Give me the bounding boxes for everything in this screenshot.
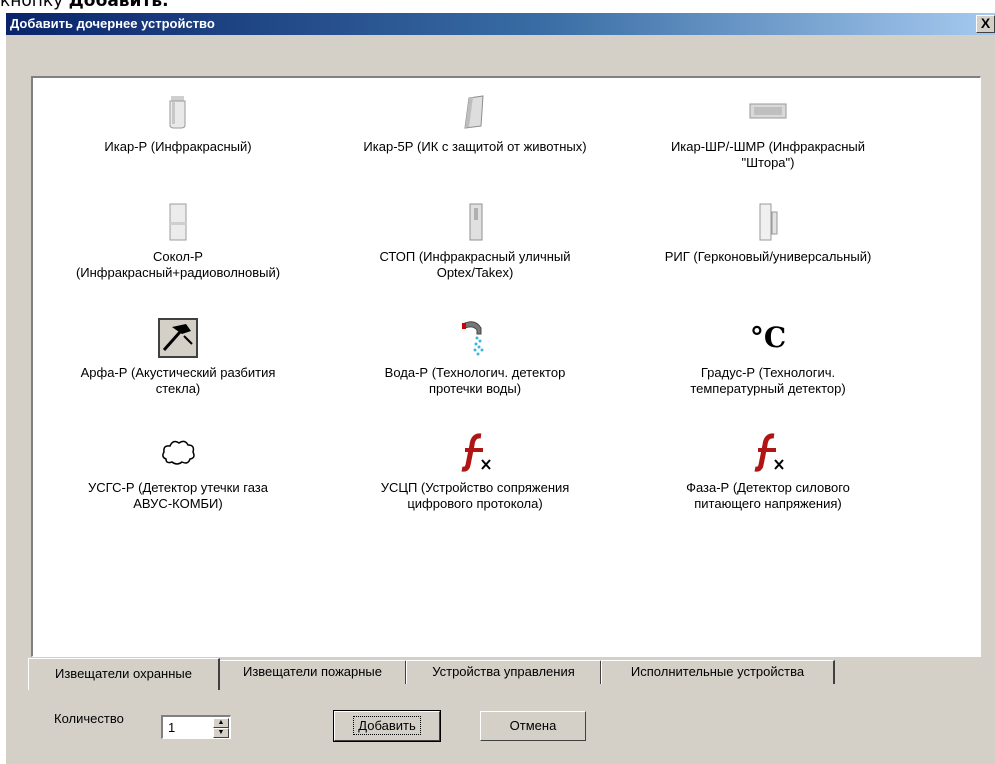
add-button[interactable]: Добавить [333,710,441,742]
device-label: Икар-5Р (ИК с защитой от животных) [363,139,587,154]
quantity-up-button[interactable]: ▲ [213,718,229,728]
device-label: Икар-Р (Инфракрасный) [104,139,252,154]
tab-actuator-devices[interactable]: Исполнительные устройства [601,660,835,684]
device-item-usgs-r[interactable]: УСГС-Р (Детектор утечки газа АВУС-КОМБИ) [33,433,323,545]
page-top-text-bold: Добавить. [68,0,169,11]
cancel-button-label: Отмена [509,718,557,733]
glass-break-hammer-icon [158,318,198,358]
device-label: Фаза-Р (Детектор силового питающего напр… [686,480,850,511]
device-item-gradus-r[interactable]: °C Градус-Р (Технологич. температурный д… [623,318,913,430]
water-leak-icon [455,318,495,358]
device-label: РИГ (Герконовый/универсальный) [664,249,872,264]
curtain-sensor-icon [748,92,788,132]
device-item-ikar-r[interactable]: Икар-Р (Инфракрасный) [33,92,323,204]
device-item-ikar-5r[interactable]: Икар-5Р (ИК с защитой от животных) [330,92,620,204]
reed-switch-icon [748,202,788,242]
quantity-value[interactable]: 1 [168,720,175,735]
title-bar[interactable]: Добавить дочернее устройство X [6,13,995,35]
device-item-uscp[interactable]: УСЦП (Устройство сопряжения цифрового пр… [330,433,620,545]
combo-sensor-icon [158,202,198,242]
device-label: Икар-ШР/-ШМР (Инфракрасный "Штора") [670,139,866,170]
device-label: Вода-Р (Технологич. детектор протечки во… [384,365,566,396]
device-list-panel: Икар-Р (Инфракрасный) Икар-5Р (ИК с защи… [31,76,981,657]
function-icon [748,433,788,473]
close-button[interactable]: X [976,15,995,33]
quantity-label: Количество [54,711,124,726]
device-label: СТОП (Инфракрасный уличный Optex/Takex) [379,249,571,280]
device-label: Сокол-Р (Инфракрасный+радиоволновый) [75,249,281,280]
device-label: Арфа-Р (Акустический разбития стекла) [80,365,276,396]
close-icon: X [980,15,991,31]
device-item-voda-r[interactable]: Вода-Р (Технологич. детектор протечки во… [330,318,620,430]
temperature-glyph: °C [749,321,787,354]
device-item-rig[interactable]: РИГ (Герконовый/универсальный) [623,202,913,314]
pir-sensor-icon [158,92,198,132]
add-child-device-dialog: Добавить дочернее устройство X Икар-Р (И… [6,13,995,764]
device-item-ikar-shr[interactable]: Икар-ШР/-ШМР (Инфракрасный "Штора") [623,92,913,204]
temperature-icon: °C [738,318,798,358]
category-tabs: Извещатели охранные Извещатели пожарные … [28,658,928,690]
arrow-up-icon: ▲ [217,719,225,726]
pet-immune-sensor-icon [455,92,495,132]
device-item-arfa-r[interactable]: Арфа-Р (Акустический разбития стекла) [33,318,323,430]
outdoor-beam-sensor-icon [455,202,495,242]
device-label: УСГС-Р (Детектор утечки газа АВУС-КОМБИ) [88,480,268,511]
device-label: УСЦП (Устройство сопряжения цифрового пр… [380,480,570,511]
device-item-stop[interactable]: СТОП (Инфракрасный уличный Optex/Takex) [330,202,620,314]
cancel-button[interactable]: Отмена [480,711,586,741]
tab-control-devices[interactable]: Устройства управления [406,660,602,684]
quantity-stepper[interactable]: 1 ▲ ▼ [161,715,231,739]
page-top-text: кнопку Добавить. [0,0,169,13]
function-icon [455,433,495,473]
add-button-label: Добавить [353,716,421,735]
device-item-sokol-r[interactable]: Сокол-Р (Инфракрасный+радиоволновый) [33,202,323,314]
arrow-down-icon: ▼ [217,729,225,736]
page-top-text-prefix: кнопку [0,0,69,11]
window-title: Добавить дочернее устройство [10,16,215,31]
gas-cloud-icon [158,433,198,473]
device-item-faza-r[interactable]: Фаза-Р (Детектор силового питающего напр… [623,433,913,545]
device-label: Градус-Р (Технологич. температурный дете… [690,365,846,396]
quantity-down-button[interactable]: ▼ [213,728,229,738]
tab-fire-detectors[interactable]: Извещатели пожарные [219,660,407,684]
tab-security-detectors[interactable]: Извещатели охранные [28,658,220,690]
